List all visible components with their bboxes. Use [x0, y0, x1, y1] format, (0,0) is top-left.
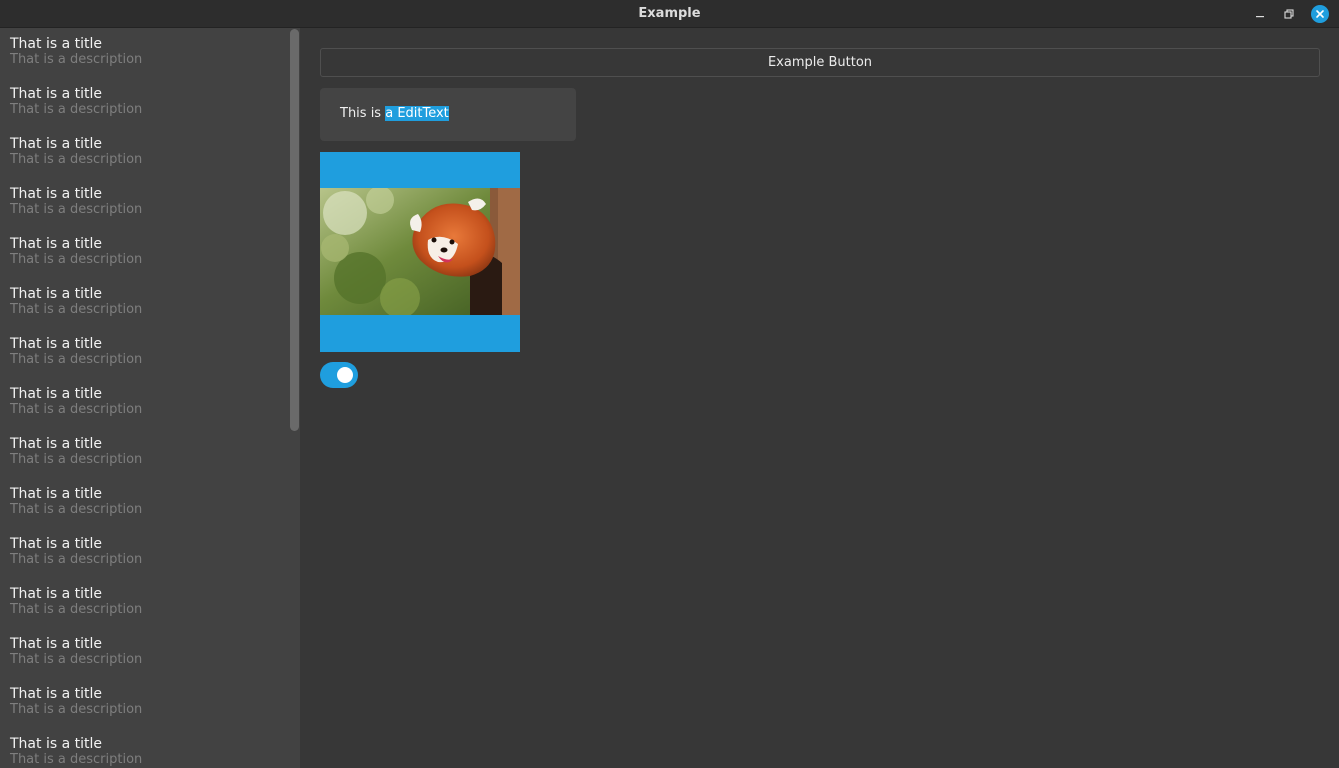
list-item-title: That is a title: [10, 486, 102, 502]
list-item-description: That is a description: [10, 552, 143, 567]
toggle-switch[interactable]: [320, 362, 358, 388]
close-button[interactable]: [1311, 5, 1329, 23]
list-item[interactable]: That is a title That is a description: [0, 278, 300, 328]
list-item-title: That is a title: [10, 636, 102, 652]
edit-text-prefix: This is: [340, 106, 386, 121]
list-item-title: That is a title: [10, 386, 102, 402]
list-item-description: That is a description: [10, 752, 143, 767]
list-item-description: That is a description: [10, 152, 143, 167]
list-item-description: That is a description: [10, 102, 143, 117]
list-item-description: That is a description: [10, 52, 143, 67]
list-item-description: That is a description: [10, 702, 143, 717]
list-item[interactable]: That is a title That is a description: [0, 78, 300, 128]
list-item-description: That is a description: [10, 352, 143, 367]
list-item-description: That is a description: [10, 602, 143, 617]
list-item[interactable]: That is a title That is a description: [0, 428, 300, 478]
list-item-title: That is a title: [10, 686, 102, 702]
minimize-button[interactable]: [1251, 5, 1269, 23]
toggle-knob: [337, 367, 353, 383]
sidebar-list[interactable]: That is a title That is a description Th…: [0, 28, 300, 768]
image-view: [320, 152, 520, 352]
list-item[interactable]: That is a title That is a description: [0, 528, 300, 578]
list-item[interactable]: That is a title That is a description: [0, 128, 300, 178]
list-item-description: That is a description: [10, 302, 143, 317]
list-item-title: That is a title: [10, 36, 102, 52]
close-icon: [1315, 9, 1325, 19]
list-item[interactable]: That is a title That is a description: [0, 328, 300, 378]
list-item-title: That is a title: [10, 236, 102, 252]
list-item-title: That is a title: [10, 286, 102, 302]
list-item-description: That is a description: [10, 502, 143, 517]
example-button[interactable]: Example Button: [320, 48, 1320, 77]
sidebar-scrollbar-thumb[interactable]: [290, 29, 299, 431]
list-item-description: That is a description: [10, 652, 143, 667]
list-item-description: That is a description: [10, 252, 143, 267]
red-panda-photo: [320, 188, 520, 315]
list-item[interactable]: That is a title That is a description: [0, 578, 300, 628]
list-item-title: That is a title: [10, 86, 102, 102]
maximize-icon: [1284, 9, 1294, 19]
list-item[interactable]: That is a title That is a description: [0, 478, 300, 528]
list-item[interactable]: That is a title That is a description: [0, 378, 300, 428]
list-item-description: That is a description: [10, 452, 143, 467]
list-item-title: That is a title: [10, 136, 102, 152]
minimize-icon: [1255, 9, 1265, 19]
list-item-title: That is a title: [10, 586, 102, 602]
edit-text-selection: a EditText: [385, 106, 449, 121]
list-item-title: That is a title: [10, 436, 102, 452]
list-item[interactable]: That is a title That is a description: [0, 628, 300, 678]
list-item[interactable]: That is a title That is a description: [0, 28, 300, 78]
list-item-title: That is a title: [10, 736, 102, 752]
list-item-title: That is a title: [10, 336, 102, 352]
list-item-description: That is a description: [10, 402, 143, 417]
title-bar[interactable]: Example: [0, 0, 1339, 28]
app-window: Example That is a title That is a descri…: [0, 0, 1339, 768]
list-item-description: That is a description: [10, 202, 143, 217]
list-item[interactable]: That is a title That is a description: [0, 228, 300, 278]
list-item-title: That is a title: [10, 186, 102, 202]
list-item[interactable]: That is a title That is a description: [0, 678, 300, 728]
list-item[interactable]: That is a title That is a description: [0, 178, 300, 228]
maximize-button[interactable]: [1280, 5, 1298, 23]
window-title: Example: [638, 6, 701, 21]
edit-text-field[interactable]: This is a EditText: [320, 88, 576, 141]
list-item[interactable]: That is a title That is a description: [0, 728, 300, 768]
list-item-title: That is a title: [10, 536, 102, 552]
